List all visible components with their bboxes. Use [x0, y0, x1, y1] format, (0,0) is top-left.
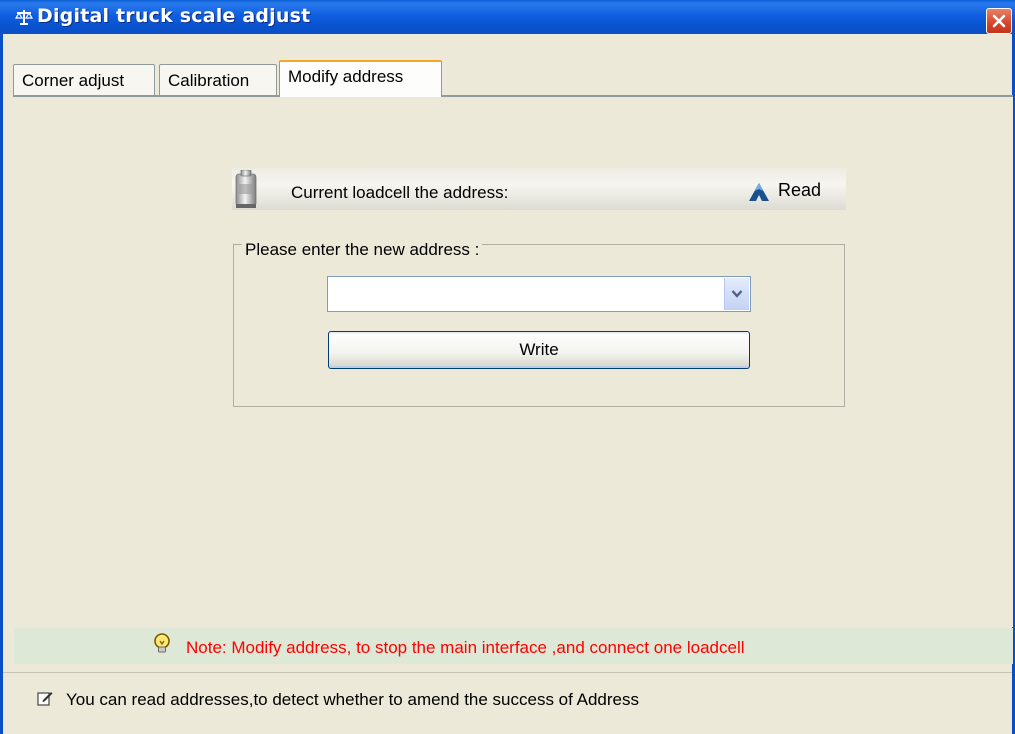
tab-label: Modify address [288, 67, 404, 86]
read-arrow-icon [749, 183, 769, 201]
close-button[interactable] [986, 8, 1012, 34]
tab-label: Calibration [168, 71, 250, 90]
tab-calibration[interactable]: Calibration [159, 64, 277, 95]
edit-note-icon [37, 692, 53, 706]
address-dropdown[interactable] [327, 276, 751, 312]
write-button[interactable]: Write [328, 331, 750, 369]
close-icon [992, 14, 1006, 28]
new-address-group [233, 244, 845, 407]
tab-label: Corner adjust [22, 71, 125, 90]
window-title: Digital truck scale adjust [37, 5, 311, 27]
status-text: You can read addresses,to detect whether… [66, 690, 640, 709]
new-address-legend: Please enter the new address : [242, 240, 483, 260]
chevron-down-icon [731, 290, 743, 298]
loadcell-icon [235, 170, 257, 208]
current-address-label: Current loadcell the address: [291, 183, 509, 202]
app-window: Digital truck scale adjust Corner adjust… [0, 0, 1015, 734]
scale-icon [15, 10, 33, 25]
window-frame-left [0, 34, 3, 734]
title-bar[interactable]: Digital truck scale adjust [0, 0, 1015, 34]
read-button[interactable]: Read [746, 178, 832, 206]
lightbulb-icon [154, 633, 170, 653]
note-text: Note: Modify address, to stop the main i… [186, 638, 745, 657]
read-button-label: Read [778, 180, 822, 200]
tab-modify-address[interactable]: Modify address [279, 60, 442, 97]
dropdown-button[interactable] [724, 278, 749, 310]
tab-corner-adjust[interactable]: Corner adjust [13, 64, 155, 95]
tab-strip: Corner adjust Calibration Modify address [13, 60, 1013, 97]
